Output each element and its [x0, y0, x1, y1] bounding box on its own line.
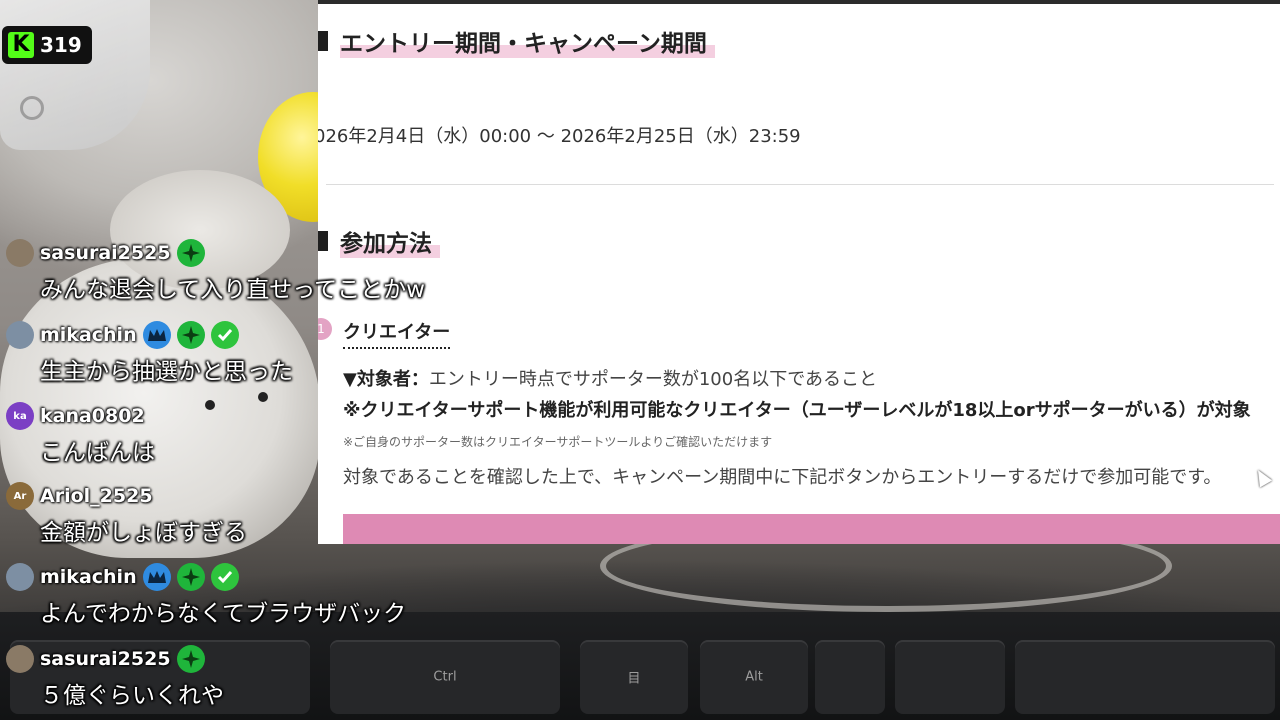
viewer-count: 319: [40, 33, 82, 57]
document-top-border: [318, 0, 1280, 4]
chat-username[interactable]: Ariol_2525: [40, 485, 153, 507]
chat-username[interactable]: mikachin: [40, 566, 137, 588]
chat-text: ５億ぐらいくれや: [40, 683, 224, 709]
chat-message: sasurai2525 みんな退会して入り直せってことかw: [6, 238, 425, 304]
chat-message: ka kana0802 こんばんは: [6, 401, 155, 467]
crown-badge-icon: [142, 321, 171, 349]
keyboard-key: [815, 640, 885, 714]
supporter-count-note: ※ご自身のサポーター数はクリエイターサポートツールよりご確認いただけます: [343, 435, 773, 449]
entry-description: 対象であることを確認した上で、キャンペーン期間中に下記ボタンからエントリーするだ…: [343, 467, 1222, 488]
crown-badge-icon: [142, 563, 171, 591]
chat-message: sasurai2525 ５億ぐらいくれや: [6, 644, 224, 710]
avatar[interactable]: [6, 563, 34, 591]
chat-username[interactable]: mikachin: [40, 324, 137, 346]
sparkle-badge-icon: [176, 563, 205, 591]
heading-text: エントリー期間・キャンペーン期間: [340, 24, 715, 58]
section-divider: [326, 184, 1274, 185]
avatar[interactable]: [6, 239, 34, 267]
campaign-document: エントリー期間・キャンペーン期間 026年2月4日（水）00:00 〜 2026…: [318, 0, 1280, 544]
entry-button[interactable]: [343, 514, 1280, 544]
chat-username[interactable]: sasurai2525: [40, 242, 171, 264]
keyboard-key: [1015, 640, 1275, 714]
heading-marker: [318, 31, 328, 51]
creator-label: クリエイター: [343, 318, 451, 349]
plush-eye: [205, 400, 215, 410]
mouse-cursor: [1251, 466, 1273, 488]
verified-badge-icon: [210, 563, 239, 591]
avatar[interactable]: [6, 645, 34, 673]
lamp-ring: [20, 96, 44, 120]
sparkle-badge-icon: [176, 645, 205, 673]
chat-text: みんな退会して入り直せってことかw: [40, 277, 425, 303]
sparkle-badge-icon: [176, 239, 205, 267]
eligibility-condition: ※クリエイターサポート機能が利用可能なクリエイター（ユーザーレベルが18以上or…: [343, 400, 1251, 421]
chat-text: よんでわからなくてブラウザバック: [40, 601, 407, 627]
chat-message: Ar Ariol_2525 金額がしょぼすぎる: [6, 481, 247, 547]
kick-logo-icon: K: [8, 32, 34, 58]
key-label: Ctrl: [433, 669, 457, 685]
keyboard-key: Alt: [700, 640, 808, 714]
avatar[interactable]: Ar: [6, 482, 34, 510]
chat-text: こんばんは: [40, 440, 155, 466]
viewer-count-badge: K 319: [2, 26, 92, 64]
key-label: Alt: [745, 669, 763, 685]
chat-message: mikachin よんでわからなくてブラウザバック: [6, 562, 406, 628]
verified-badge-icon: [210, 321, 239, 349]
campaign-period-text: 026年2月4日（水）00:00 〜 2026年2月25日（水）23:59: [318, 126, 801, 147]
avatar[interactable]: ka: [6, 402, 34, 430]
keyboard-key: [895, 640, 1005, 714]
chat-username[interactable]: kana0802: [40, 405, 145, 427]
keyboard-key: 目: [580, 640, 688, 714]
chat-text: 生主から抽選かと思った: [40, 359, 293, 385]
step-number-badge: 1: [318, 318, 332, 340]
chat-text: 金額がしょぼすぎる: [40, 520, 247, 546]
target-audience-line: ▼対象者：エントリー時点でサポーター数が100名以下であること: [343, 365, 877, 391]
chat-message: mikachin 生主から抽選かと思った: [6, 320, 293, 386]
heading-entry-period: エントリー期間・キャンペーン期間: [318, 24, 715, 58]
keyboard-key: Ctrl: [330, 640, 560, 714]
sparkle-badge-icon: [176, 321, 205, 349]
avatar[interactable]: [6, 321, 34, 349]
chat-username[interactable]: sasurai2525: [40, 648, 171, 670]
target-text: エントリー時点でサポーター数が100名以下であること: [428, 369, 878, 390]
key-label: 目: [627, 671, 641, 687]
target-label: ▼対象者：: [343, 369, 429, 390]
plush-eye: [258, 392, 268, 402]
